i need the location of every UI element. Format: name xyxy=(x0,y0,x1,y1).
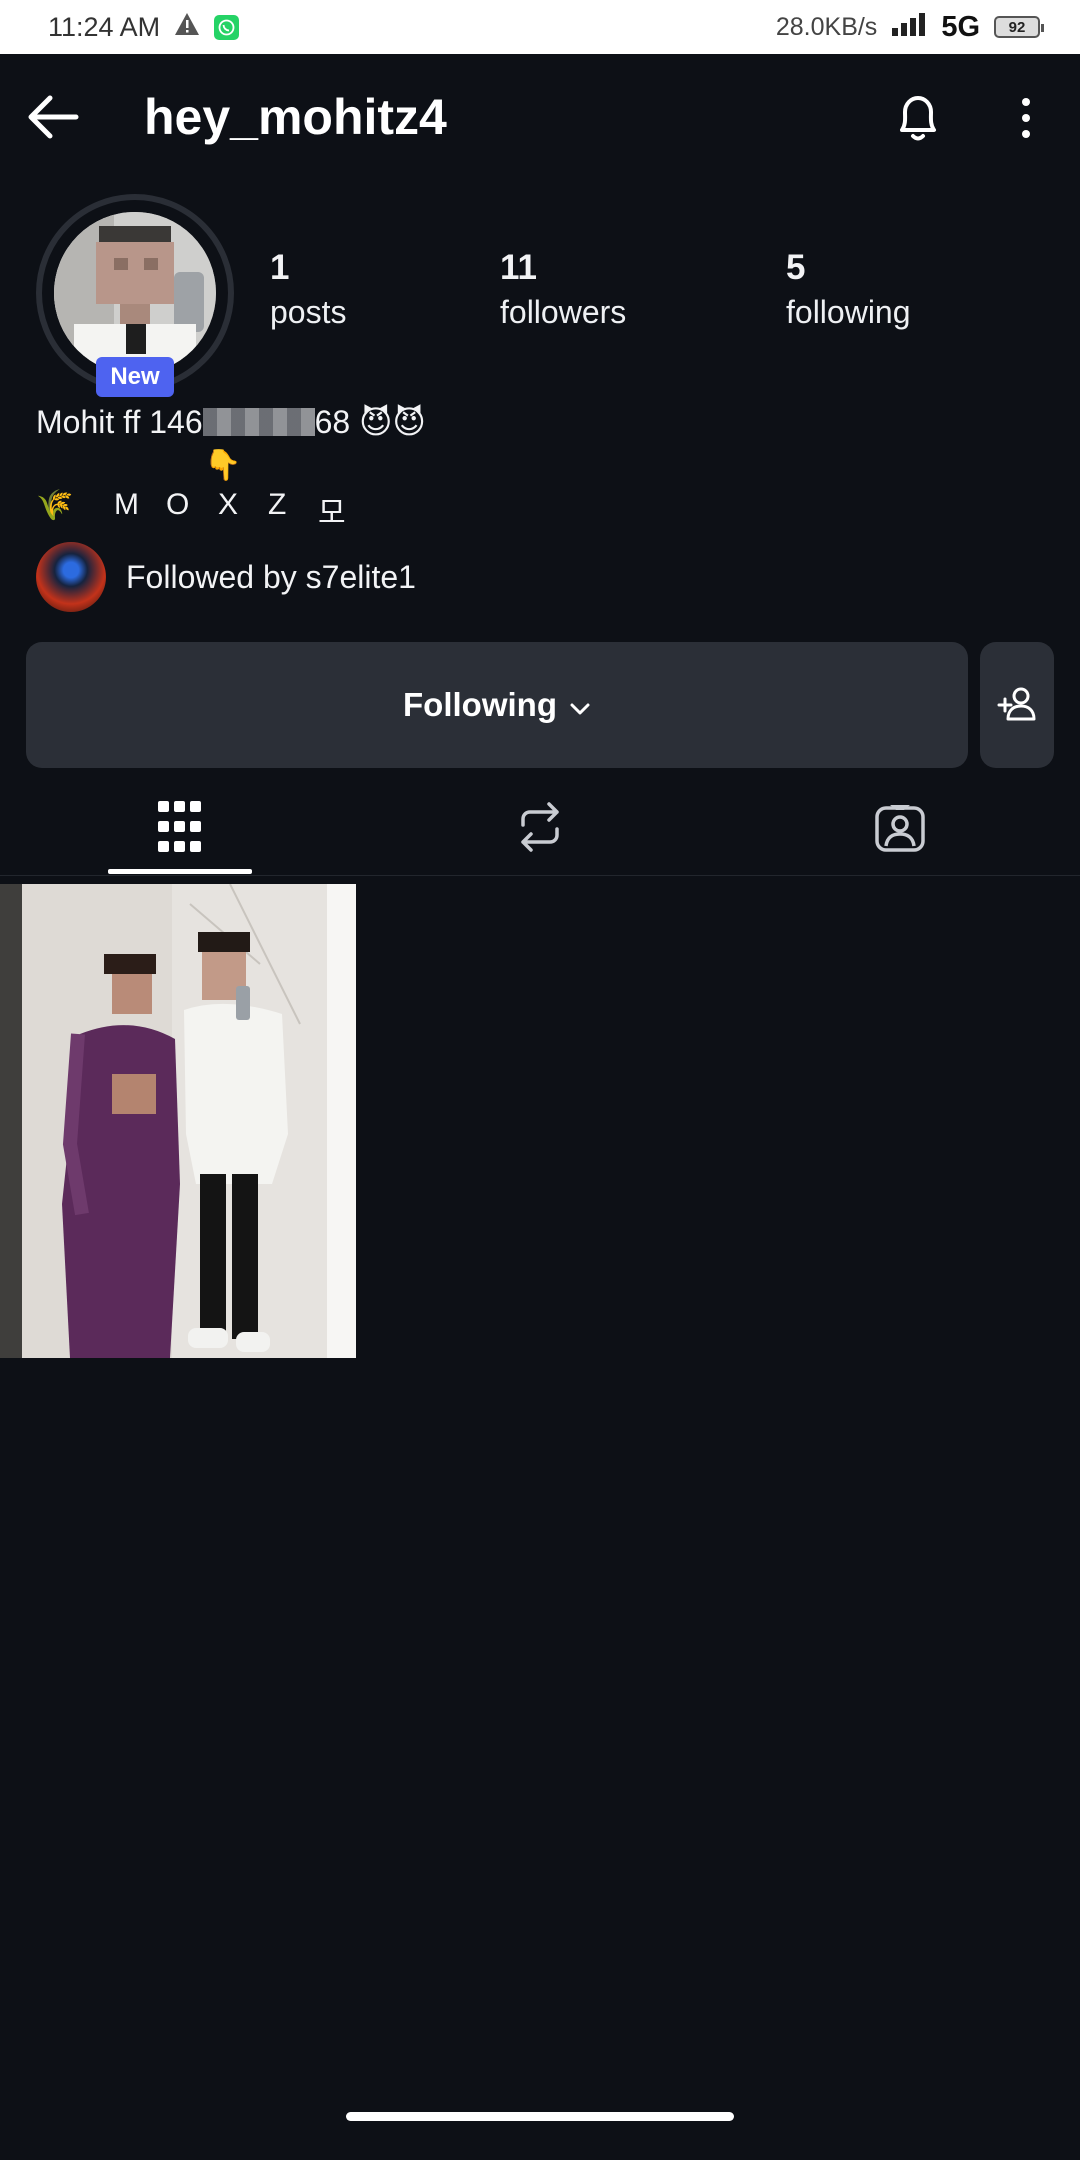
bio-char: M xyxy=(114,488,139,521)
bio-char: O xyxy=(166,488,190,521)
battery-icon: 92 xyxy=(994,16,1044,38)
home-indicator[interactable] xyxy=(346,2112,734,2121)
stat-followers[interactable]: 11 followers xyxy=(500,248,626,331)
add-person-icon xyxy=(997,683,1037,728)
signal-icon xyxy=(891,12,927,43)
status-time: 11:24 AM xyxy=(48,11,161,42)
post-thumbnail[interactable] xyxy=(0,884,356,1358)
more-options-icon[interactable] xyxy=(1008,92,1044,144)
stat-posts[interactable]: 1 posts xyxy=(270,248,346,331)
bio-text-start: Mohit ff 146 xyxy=(36,404,203,440)
suggest-user-button[interactable] xyxy=(980,642,1054,768)
profile-header: hey_mohitz4 xyxy=(0,54,1080,180)
mutual-followers[interactable]: Followed by s7elite1 xyxy=(36,542,416,612)
repost-icon xyxy=(517,801,563,858)
following-label: following xyxy=(786,294,911,330)
bio-char: Z xyxy=(268,488,287,521)
active-tab-indicator xyxy=(108,869,252,874)
bio-char: 모 xyxy=(318,497,346,530)
network-speed: 28.0KB/s xyxy=(775,12,878,41)
network-type: 5G xyxy=(941,10,980,43)
grid-icon xyxy=(158,800,202,858)
tagged-person-icon xyxy=(874,801,926,858)
whatsapp-icon xyxy=(214,14,240,40)
bell-icon[interactable] xyxy=(890,90,946,146)
followers-label: followers xyxy=(500,294,627,330)
following-count: 5 xyxy=(786,248,806,287)
posts-count: 1 xyxy=(270,248,290,287)
status-bar: 11:24 AM 28.0KB/s 5G 92 xyxy=(0,0,1080,54)
redacted-text xyxy=(202,408,315,436)
page-title-username: hey_mohitz4 xyxy=(144,89,447,145)
stat-following[interactable]: 5 following xyxy=(786,248,911,331)
tab-posts-grid[interactable] xyxy=(108,782,252,876)
bio-line-1: Mohit ff 146 68 😈😈 xyxy=(36,403,426,441)
followed-by-text: Followed by s7elite1 xyxy=(126,558,416,595)
avatar-photo xyxy=(54,212,216,374)
mutual-avatar xyxy=(36,542,106,612)
chevron-down-icon xyxy=(569,686,591,724)
new-badge: New xyxy=(96,357,174,397)
followers-count: 11 xyxy=(500,248,537,287)
following-button[interactable]: Following xyxy=(26,642,968,768)
tab-reposts[interactable] xyxy=(468,782,612,876)
following-button-label: Following xyxy=(403,686,557,723)
posts-label: posts xyxy=(270,294,347,330)
battery-level: 92 xyxy=(1008,18,1026,36)
warning-icon xyxy=(174,12,200,43)
back-arrow-icon[interactable] xyxy=(26,92,82,142)
bio-char: X xyxy=(218,488,239,521)
bio-line-2: 🌾 M O X Z 모 xyxy=(36,488,368,532)
tab-tagged[interactable] xyxy=(828,782,972,876)
profile-tabs xyxy=(0,782,1080,876)
bio-emoji: 👇 xyxy=(204,449,242,482)
bio-char: 🌾 xyxy=(36,489,74,522)
bio-text-end: 68 😈😈 xyxy=(314,404,426,440)
